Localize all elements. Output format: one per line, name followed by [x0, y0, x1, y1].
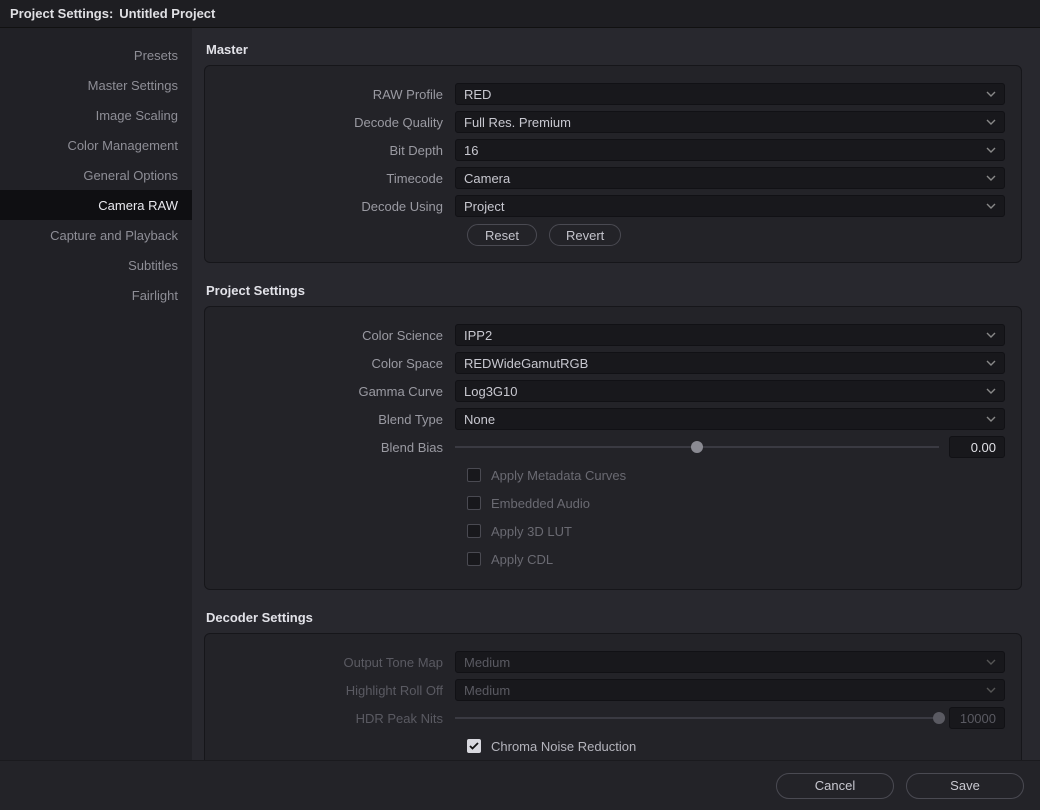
label-gamma-curve: Gamma Curve — [221, 384, 455, 399]
dropdown-output-tone-map: Medium — [455, 651, 1005, 673]
dropdown-bit-depth[interactable]: 16 — [455, 139, 1005, 161]
checkbox-apply-cdl[interactable] — [467, 552, 481, 566]
numbox-blend-bias[interactable]: 0.00 — [949, 436, 1005, 458]
chevron-down-icon — [986, 416, 996, 422]
dropdown-highlight-roll-off: Medium — [455, 679, 1005, 701]
settings-sidebar: Presets Master Settings Image Scaling Co… — [0, 28, 192, 760]
dropdown-timecode[interactable]: Camera — [455, 167, 1005, 189]
numbox-hdr-peak-nits: 10000 — [949, 707, 1005, 729]
checkbox-apply-3d-lut[interactable] — [467, 524, 481, 538]
sidebar-item-general-options[interactable]: General Options — [0, 160, 192, 190]
checkbox-apply-metadata-curves[interactable] — [467, 468, 481, 482]
label-decode-using: Decode Using — [221, 199, 455, 214]
panel-master: RAW Profile RED Decode Quality Full Res.… — [204, 65, 1022, 263]
sidebar-item-image-scaling[interactable]: Image Scaling — [0, 100, 192, 130]
label-color-science: Color Science — [221, 328, 455, 343]
panel-project: Color Science IPP2 Color Space REDWideGa… — [204, 306, 1022, 590]
sidebar-item-capture-playback[interactable]: Capture and Playback — [0, 220, 192, 250]
checkbox-embedded-audio[interactable] — [467, 496, 481, 510]
label-output-tone-map: Output Tone Map — [221, 655, 455, 670]
label-blend-bias: Blend Bias — [221, 440, 455, 455]
sidebar-item-presets[interactable]: Presets — [0, 40, 192, 70]
label-color-space: Color Space — [221, 356, 455, 371]
title-prefix: Project Settings: — [10, 6, 113, 21]
label-raw-profile: RAW Profile — [221, 87, 455, 102]
chevron-down-icon — [986, 119, 996, 125]
chevron-down-icon — [986, 147, 996, 153]
dropdown-gamma-curve[interactable]: Log3G10 — [455, 380, 1005, 402]
section-title-decoder: Decoder Settings — [206, 610, 1022, 625]
chevron-down-icon — [986, 360, 996, 366]
chevron-down-icon — [986, 203, 996, 209]
label-timecode: Timecode — [221, 171, 455, 186]
slider-blend-bias[interactable] — [455, 437, 939, 457]
checkbox-label: Apply CDL — [491, 552, 553, 567]
checkbox-label: Embedded Audio — [491, 496, 590, 511]
chevron-down-icon — [986, 175, 996, 181]
dropdown-color-space[interactable]: REDWideGamutRGB — [455, 352, 1005, 374]
window-titlebar: Project Settings: Untitled Project — [0, 0, 1040, 28]
chevron-down-icon — [986, 332, 996, 338]
checkbox-label: Chroma Noise Reduction — [491, 739, 636, 754]
chevron-down-icon — [986, 659, 996, 665]
save-button[interactable]: Save — [906, 773, 1024, 799]
checkbox-chroma-noise-reduction[interactable] — [467, 739, 481, 753]
slider-knob[interactable] — [691, 441, 703, 453]
label-blend-type: Blend Type — [221, 412, 455, 427]
label-highlight-roll-off: Highlight Roll Off — [221, 683, 455, 698]
dropdown-blend-type[interactable]: None — [455, 408, 1005, 430]
scroll-area[interactable]: Master RAW Profile RED Decode Quality — [204, 28, 1030, 760]
title-project: Untitled Project — [119, 6, 215, 21]
sidebar-item-fairlight[interactable]: Fairlight — [0, 280, 192, 310]
slider-hdr-peak-nits — [455, 708, 939, 728]
dropdown-decode-using[interactable]: Project — [455, 195, 1005, 217]
dialog-footer: Cancel Save — [0, 760, 1040, 810]
label-decode-quality: Decode Quality — [221, 115, 455, 130]
chevron-down-icon — [986, 687, 996, 693]
sidebar-item-camera-raw[interactable]: Camera RAW — [0, 190, 192, 220]
chevron-down-icon — [986, 91, 996, 97]
sidebar-item-subtitles[interactable]: Subtitles — [0, 250, 192, 280]
cancel-button[interactable]: Cancel — [776, 773, 894, 799]
checkbox-label: Apply Metadata Curves — [491, 468, 626, 483]
label-hdr-peak-nits: HDR Peak Nits — [221, 711, 455, 726]
slider-knob — [933, 712, 945, 724]
label-bit-depth: Bit Depth — [221, 143, 455, 158]
main-area: Presets Master Settings Image Scaling Co… — [0, 28, 1040, 760]
content-area: Master RAW Profile RED Decode Quality — [192, 28, 1040, 760]
dropdown-color-science[interactable]: IPP2 — [455, 324, 1005, 346]
chevron-down-icon — [986, 388, 996, 394]
revert-button[interactable]: Revert — [549, 224, 621, 246]
dropdown-decode-quality[interactable]: Full Res. Premium — [455, 111, 1005, 133]
dropdown-raw-profile[interactable]: RED — [455, 83, 1005, 105]
section-title-master: Master — [206, 42, 1022, 57]
sidebar-item-master-settings[interactable]: Master Settings — [0, 70, 192, 100]
panel-decoder: Output Tone Map Medium Highlight Roll Of… — [204, 633, 1022, 760]
checkbox-label: Apply 3D LUT — [491, 524, 572, 539]
reset-button[interactable]: Reset — [467, 224, 537, 246]
section-title-project: Project Settings — [206, 283, 1022, 298]
sidebar-item-color-management[interactable]: Color Management — [0, 130, 192, 160]
